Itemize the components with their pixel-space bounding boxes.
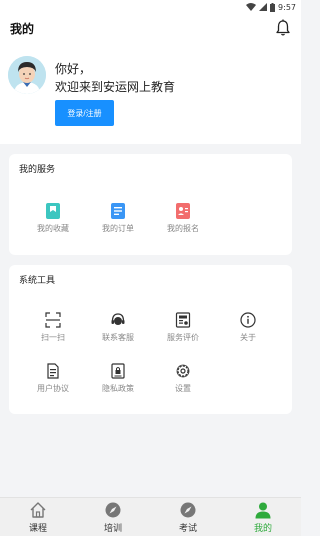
tool-label: 隐私政策 xyxy=(102,384,134,393)
status-bar: 9:57 xyxy=(0,0,301,14)
bookmark-icon xyxy=(46,203,60,219)
home-icon xyxy=(30,502,46,518)
page-title: 我的 xyxy=(10,22,35,36)
tool-label: 关于 xyxy=(240,333,256,342)
tab-training[interactable]: 培训 xyxy=(83,501,143,534)
bottom-tab-bar: 课程 培训 考试 我的 xyxy=(0,497,301,536)
tool-item-privacy-policy[interactable]: 隐私政策 xyxy=(85,363,151,394)
tool-label: 用户协议 xyxy=(37,384,69,393)
tool-label: 设置 xyxy=(175,384,191,393)
service-label: 我的报名 xyxy=(167,224,199,233)
tool-item-about[interactable]: 关于 xyxy=(215,312,281,343)
tool-item-service-review[interactable]: 服务评价 xyxy=(150,312,216,343)
service-item-orders[interactable]: 我的订单 xyxy=(85,203,151,234)
tools-title: 系统工具 xyxy=(19,276,56,286)
greeting-text: 你好， xyxy=(55,62,92,76)
tool-item-user-agreement[interactable]: 用户协议 xyxy=(20,363,86,394)
wifi-icon xyxy=(246,3,257,11)
service-review-icon xyxy=(175,312,191,328)
tab-mine[interactable]: 我的 xyxy=(233,501,293,534)
battery-icon xyxy=(270,2,276,12)
tab-label: 考试 xyxy=(178,524,197,534)
signal-icon xyxy=(259,3,268,11)
info-icon xyxy=(240,312,256,328)
tab-courses[interactable]: 课程 xyxy=(8,501,68,534)
service-label: 我的收藏 xyxy=(37,224,69,233)
login-register-button[interactable]: 登录/注册 xyxy=(55,100,114,126)
settings-icon xyxy=(176,364,190,378)
profile-section: 你好， 欢迎来到安运网上教育 登录/注册 xyxy=(0,44,301,144)
user-icon xyxy=(255,502,271,519)
tab-label: 培训 xyxy=(103,524,122,534)
compass-icon xyxy=(105,502,121,518)
privacy-policy-icon xyxy=(111,363,125,379)
avatar[interactable] xyxy=(8,56,46,94)
user-agreement-icon xyxy=(47,363,59,379)
services-title: 我的服务 xyxy=(19,165,56,175)
tool-item-settings[interactable]: 设置 xyxy=(150,363,216,394)
bell-icon[interactable] xyxy=(275,19,291,37)
service-label: 我的订单 xyxy=(102,224,134,233)
tool-item-scan[interactable]: 扫一扫 xyxy=(20,312,86,343)
tool-label: 联系客服 xyxy=(102,333,134,342)
tab-label: 我的 xyxy=(253,524,272,534)
tool-item-customer-service[interactable]: 联系客服 xyxy=(85,312,151,343)
scan-icon xyxy=(45,312,61,328)
tool-label: 扫一扫 xyxy=(41,333,65,342)
order-icon xyxy=(111,203,125,219)
status-time: 9:57 xyxy=(278,2,296,12)
welcome-text: 欢迎来到安运网上教育 xyxy=(55,80,176,94)
customer-service-icon xyxy=(111,313,125,325)
compass-icon xyxy=(180,502,196,518)
service-item-favorites[interactable]: 我的收藏 xyxy=(20,203,86,234)
my-services-card: 我的服务 我的收藏 我的订单 我的报名 xyxy=(9,154,292,255)
system-tools-card: 系统工具 扫一扫 联系客服 服务评价 关于 用户协议 隐私政策 设置 xyxy=(9,265,292,414)
tab-exam[interactable]: 考试 xyxy=(158,501,218,534)
service-item-registration[interactable]: 我的报名 xyxy=(150,203,216,234)
tab-label: 课程 xyxy=(28,524,47,534)
tool-label: 服务评价 xyxy=(167,333,199,342)
registration-icon xyxy=(176,203,190,219)
avatar-illustration xyxy=(8,56,46,94)
top-header: 我的 xyxy=(0,14,301,44)
